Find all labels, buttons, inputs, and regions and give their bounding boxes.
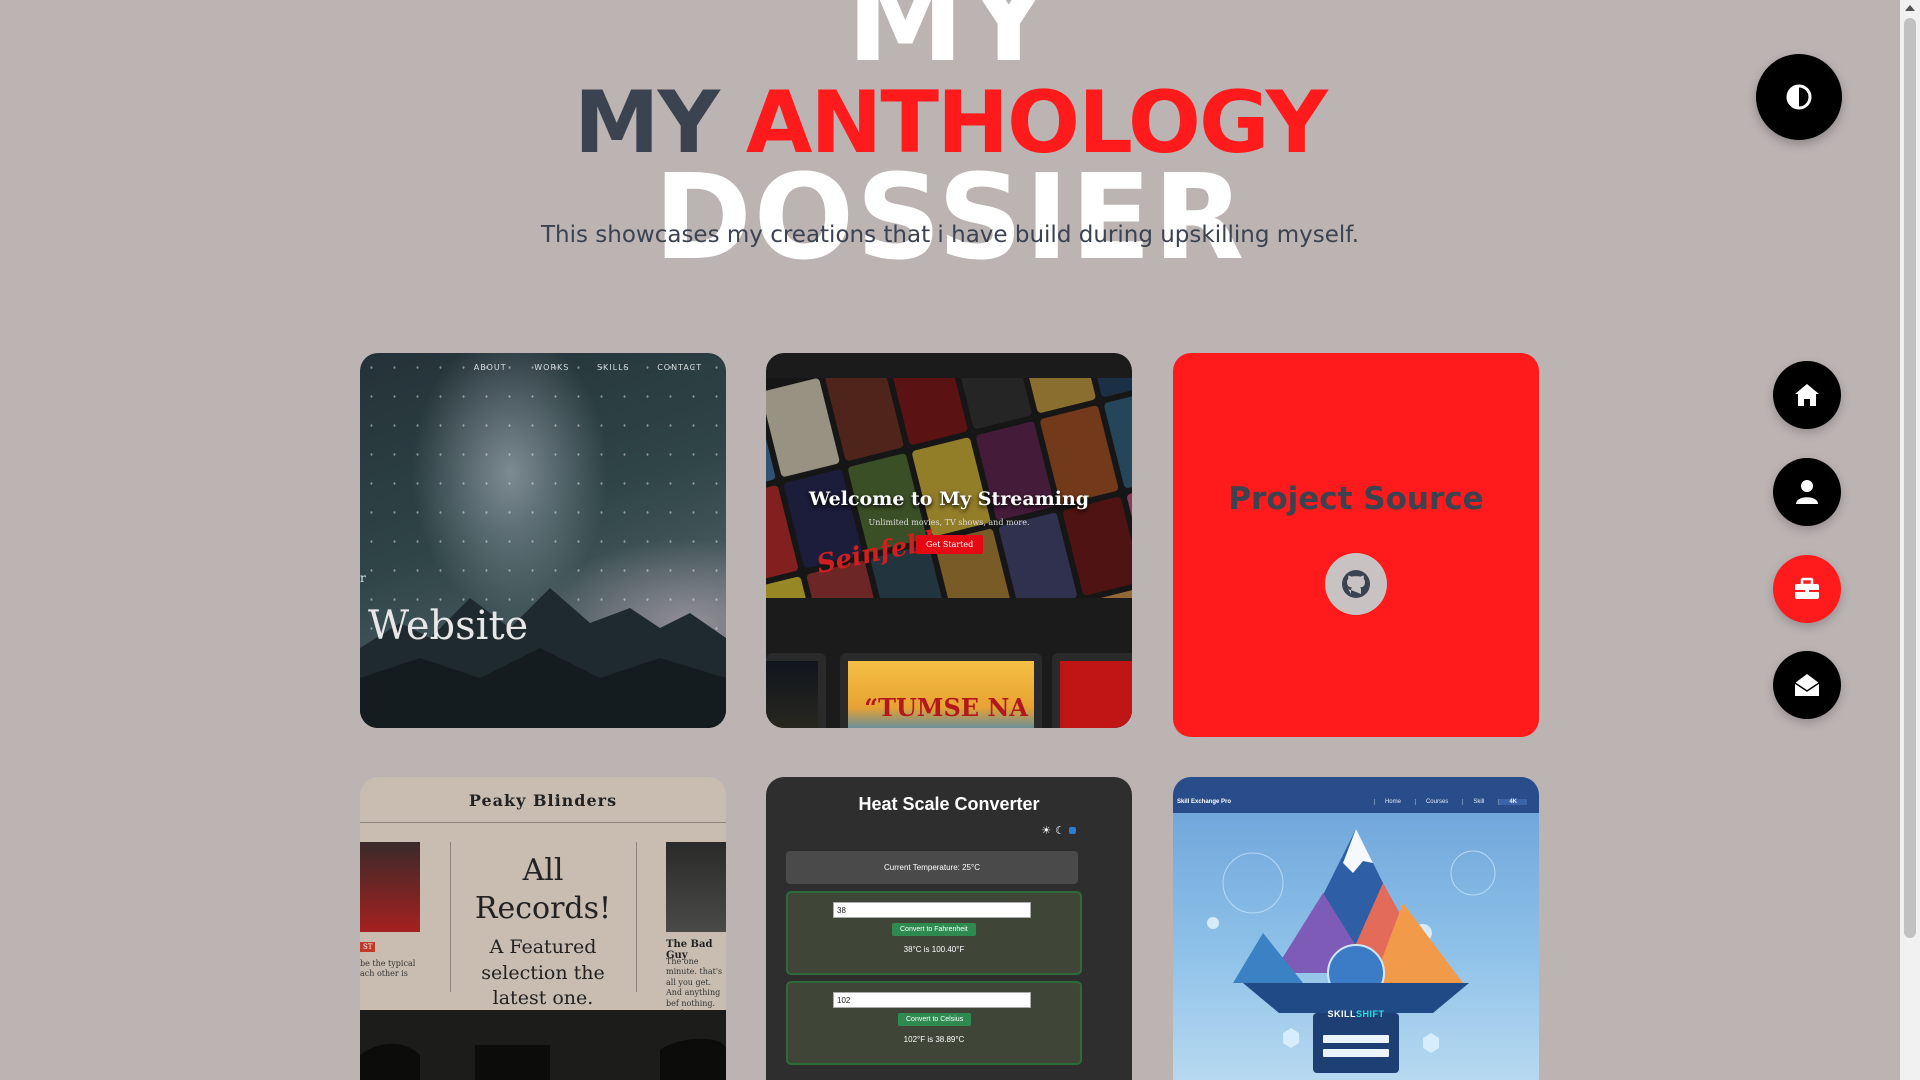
peaky-tag: ST [360, 942, 376, 952]
briefcase-icon [1795, 577, 1819, 599]
skillshift-link: Skill [1462, 799, 1494, 805]
moon-icon[interactable]: ☾ [1055, 824, 1065, 837]
skillshift-brand: Skill Exchange Pro [1177, 799, 1232, 805]
half-circle-icon [1786, 84, 1812, 110]
project-card-peaky-blinders[interactable]: Peaky Blinders ST be the typical ach oth… [360, 777, 726, 1080]
peaky-dark-band [360, 1010, 726, 1080]
peaky-photo-left [360, 842, 420, 932]
scroll-up-arrow-icon[interactable] [1905, 5, 1915, 11]
home-icon [1795, 384, 1819, 406]
celsius-converter-box: 38 Convert to Fahrenheit 38°C is 100.40°… [786, 891, 1082, 975]
convert-to-celsius-button[interactable]: Convert to Celsius [898, 1013, 972, 1026]
skillshift-topbar [1173, 777, 1539, 813]
streaming-hero: Seinfeld Welcome to My Streaming Unlimit… [766, 378, 1132, 598]
project-source-title: Project Source [1228, 481, 1484, 517]
nav-portfolio-button[interactable] [1773, 555, 1841, 623]
title-part-anthology: ANTHOLOGY [745, 73, 1328, 173]
website-nav-works: WORKS [534, 363, 570, 372]
website-heading: Website [368, 603, 529, 649]
peaky-records-subheading: A Featured selection the latest one. [481, 936, 605, 1010]
website-nav-contact: CONTACT [657, 363, 703, 372]
page-scrollbar[interactable] [1900, 0, 1920, 1080]
website-nav: ABOUT WORKS SKILLS CONTACT [460, 363, 716, 372]
peaky-records: All Records! A Featured selection the la… [458, 852, 628, 1012]
get-started-button[interactable]: Get Started [916, 535, 984, 554]
page-title: MY ANTHOLOGY [0, 80, 1900, 166]
project-card-website[interactable]: ABOUT WORKS SKILLS CONTACT r Website [360, 353, 726, 728]
streaming-row: “TUMSE NA [766, 643, 1132, 728]
peaky-photo-right [666, 842, 726, 932]
fahrenheit-input[interactable]: 102 [833, 992, 1031, 1008]
skillshift-logo-part2: SHIFT [1356, 1009, 1385, 1019]
celsius-input[interactable]: 38 [833, 902, 1031, 918]
website-text-fragment: r [360, 571, 366, 585]
background-word-top: MY [846, 0, 1054, 88]
skillshift-link: Courses [1414, 799, 1458, 805]
title-part-my: MY [574, 73, 720, 173]
project-card-heat-converter[interactable]: Heat Scale Converter ☀ ☾ Current Tempera… [766, 777, 1132, 1080]
streaming-welcome: Welcome to My Streaming [808, 488, 1090, 510]
streaming-tile[interactable]: “TUMSE NA [840, 653, 1042, 728]
skillshift-logo-part1: SKILL [1327, 1009, 1356, 1019]
current-temperature: Current Temperature: 25°C [786, 851, 1078, 884]
fahrenheit-result: 38°C is 100.40°F [903, 945, 965, 954]
skillshift-logo: SKILLSHIFT [1173, 1009, 1539, 1019]
website-nav-about: ABOUT [473, 363, 507, 372]
user-icon [1796, 480, 1818, 504]
peaky-title: Peaky Blinders [468, 791, 618, 810]
skillshift-illustration [1207, 829, 1496, 1073]
heat-theme-controls: ☀ ☾ [1041, 824, 1076, 837]
skillshift-links: Home Courses Skill 4K [1373, 799, 1527, 805]
page-subtitle: This showcases my creations that i have … [540, 222, 1360, 248]
scrollbar-thumb[interactable] [1904, 18, 1916, 938]
celsius-result: 102°F is 38.89°C [903, 1035, 965, 1044]
peaky-records-heading: All Records! [474, 853, 612, 926]
project-source-card[interactable]: Project Source [1173, 353, 1539, 737]
fahrenheit-converter-box: 102 Convert to Celsius 102°F is 38.89°C [786, 981, 1082, 1065]
streaming-tile[interactable] [1052, 653, 1132, 728]
background-word-bottom: DOSSIER [653, 148, 1247, 286]
github-icon [1342, 570, 1370, 598]
envelope-open-icon [1794, 674, 1820, 696]
sun-icon[interactable]: ☀ [1041, 824, 1051, 837]
skillshift-link: Home [1373, 799, 1411, 805]
nav-about-button[interactable] [1773, 458, 1841, 526]
skillshift-link: 4K [1498, 799, 1527, 805]
theme-checkbox[interactable] [1069, 827, 1076, 834]
heat-title: Heat Scale Converter [858, 794, 1040, 814]
nav-home-button[interactable] [1773, 361, 1841, 429]
github-link-button[interactable] [1325, 553, 1387, 615]
convert-to-fahrenheit-button[interactable]: Convert to Fahrenheit [892, 923, 976, 936]
nav-contact-button[interactable] [1773, 651, 1841, 719]
theme-toggle-button[interactable] [1756, 54, 1842, 140]
streaming-subtitle: Unlimited movies, TV shows, and more. [868, 518, 1030, 527]
peaky-left-text: be the typical ach other is [360, 959, 416, 979]
streaming-tile[interactable] [766, 653, 826, 728]
website-nav-skills: SKILLS [596, 363, 630, 372]
project-card-streaming[interactable]: Seinfeld Welcome to My Streaming Unlimit… [766, 353, 1132, 728]
project-card-skillshift[interactable]: Skill Exchange Pro Home Courses Skill 4K… [1173, 777, 1539, 1080]
tile-title: “TUMSE NA [864, 693, 1028, 722]
